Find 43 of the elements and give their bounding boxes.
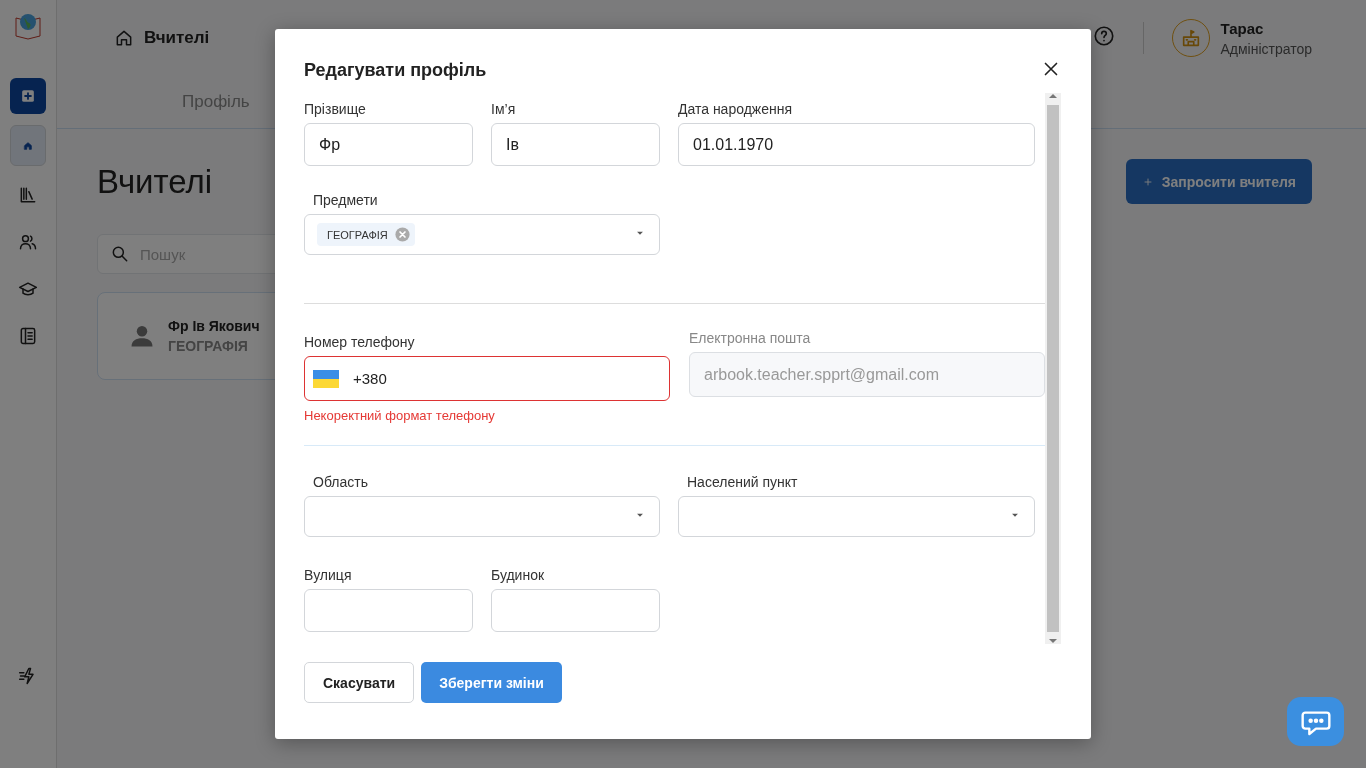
input-field[interactable]: Фр	[304, 123, 473, 166]
scrollbar[interactable]	[1045, 93, 1061, 644]
scroll-down-icon[interactable]	[1049, 638, 1057, 644]
field-label: Номер телефону	[304, 334, 416, 350]
cancel-button[interactable]: Скасувати	[304, 662, 415, 703]
field-label: Область	[312, 474, 369, 490]
flag-icon	[313, 369, 339, 388]
chat-button[interactable]	[1287, 697, 1344, 746]
dialog-title: Редагувати профіль	[304, 60, 487, 81]
user-name: Тарас	[1220, 19, 1265, 37]
error-message: Некоректний формат телефону	[304, 408, 496, 423]
field-label: Дата народження	[678, 101, 794, 117]
books-icon	[18, 185, 38, 205]
page-title: Вчителі	[97, 162, 213, 201]
sidebar-item[interactable]	[10, 78, 46, 114]
people-icon	[18, 232, 38, 252]
field-label: Будинок	[491, 567, 546, 583]
field-label: Прізвище	[304, 101, 367, 117]
input-field[interactable]	[491, 589, 660, 632]
input-field[interactable]	[304, 589, 473, 632]
field-label: Вулиця	[304, 567, 353, 583]
input-field[interactable]: 01.01.1970	[678, 123, 1035, 166]
field-label: Предмети	[312, 192, 379, 208]
remove-icon	[393, 226, 411, 243]
field-label: Ім’я	[491, 101, 517, 117]
phone-field[interactable]: +380	[304, 356, 670, 401]
home-icon	[114, 28, 134, 48]
teacher-subject: ГЕОГРАФІЯ	[168, 338, 249, 354]
search-icon	[110, 244, 130, 264]
breadcrumb: Вчителі	[144, 28, 211, 48]
dropdown[interactable]: ГЕОГРАФІЯ	[304, 214, 660, 255]
field-label: Електронна пошта	[689, 330, 812, 346]
user-role: Адміністратор	[1220, 40, 1312, 57]
field-label: Населений пункт	[686, 474, 799, 490]
teacher-name: Фр Ів Якович	[168, 318, 260, 334]
input-field[interactable]: Ів	[491, 123, 660, 166]
scroll-up-icon[interactable]	[1049, 93, 1057, 99]
sidebar-item[interactable]	[10, 125, 46, 166]
phone-value: +380	[353, 370, 387, 387]
subject-tag: ГЕОГРАФІЯ	[317, 223, 415, 246]
save-button[interactable]: Зберегти зміни	[421, 662, 562, 703]
help-icon	[1093, 25, 1116, 47]
journal-icon	[18, 326, 38, 346]
